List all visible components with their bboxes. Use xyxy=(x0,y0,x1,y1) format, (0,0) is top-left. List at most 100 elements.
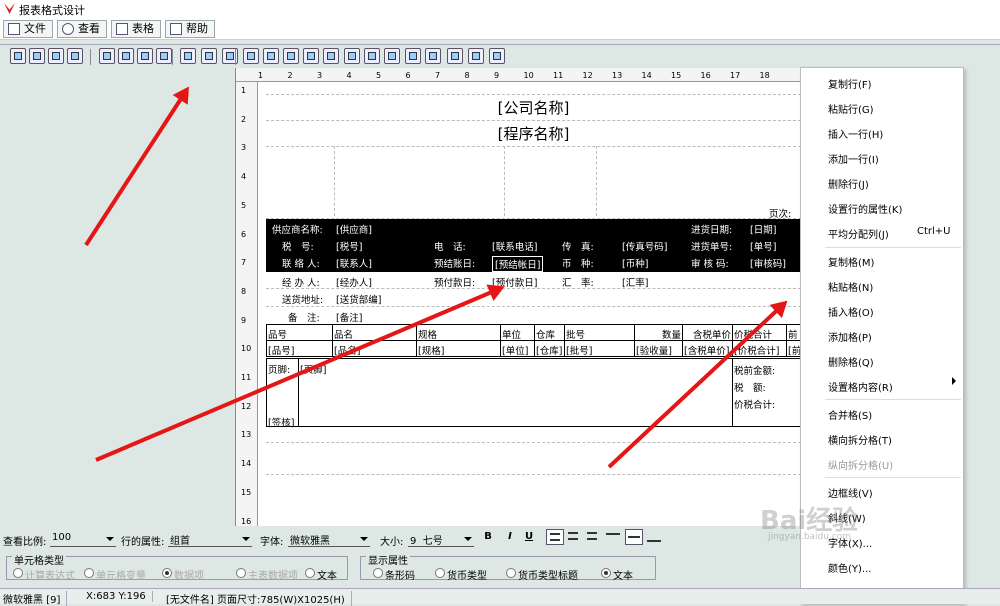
row-prop-select[interactable]: 组首 xyxy=(168,532,252,547)
table-header[interactable]: 规格 xyxy=(418,327,499,341)
footer-label[interactable]: 页脚: xyxy=(268,362,290,376)
valign-top-button[interactable] xyxy=(606,533,620,535)
table-cell[interactable]: [批号] xyxy=(566,343,633,357)
order-label[interactable]: 进货单号: xyxy=(691,239,732,253)
font-select[interactable]: 微软雅黑 xyxy=(288,532,370,547)
menu-view[interactable]: 查看 xyxy=(57,20,107,38)
print-icon[interactable] xyxy=(67,48,83,64)
auditor-label[interactable]: 审 核 码: xyxy=(691,256,729,270)
paydate-label[interactable]: 预付款日: xyxy=(434,275,475,289)
handler-field[interactable]: [经办人] xyxy=(336,275,372,289)
display-type-radio[interactable]: 货币类型 xyxy=(435,567,487,582)
table-header[interactable]: 仓库 xyxy=(536,327,563,341)
context-menu-item[interactable]: 删除格(Q) xyxy=(828,354,874,369)
date-label[interactable]: 进货日期: xyxy=(691,222,732,236)
table-cell[interactable]: [仓库] xyxy=(536,343,563,357)
rate-label[interactable]: 汇 率: xyxy=(562,275,594,289)
table-cell[interactable]: [含税单价] xyxy=(684,343,731,357)
barcode-icon[interactable] xyxy=(384,48,400,64)
export-icon[interactable] xyxy=(425,48,441,64)
display-type-radio[interactable]: 货币类型标题 xyxy=(506,567,578,582)
insert-cell-icon[interactable] xyxy=(243,48,259,64)
table-cell[interactable]: [规格] xyxy=(418,343,499,357)
align-right-button[interactable] xyxy=(585,530,599,544)
report-canvas[interactable]: 1 2 3 4 5 6 7 8 9 10 11 12 13 14 15 16 17 18 1 2 3 4 5 6 7 8 9 10 1… xyxy=(235,68,800,526)
context-menu-item[interactable]: 插入格(O) xyxy=(828,304,874,319)
display-type-radio[interactable]: 文本 xyxy=(601,567,633,582)
bold-button[interactable]: B xyxy=(481,530,495,544)
sign-field[interactable]: [签核] xyxy=(268,415,294,429)
table-cell[interactable]: [单位] xyxy=(502,343,533,357)
pretax-label[interactable]: 税前金额: xyxy=(734,363,775,377)
row-props-icon[interactable] xyxy=(156,48,172,64)
context-menu-item[interactable]: 合并格(S) xyxy=(828,407,872,422)
underline-button[interactable]: U xyxy=(522,530,536,544)
preview-icon[interactable] xyxy=(48,48,64,64)
merge-icon[interactable] xyxy=(201,48,217,64)
table-header[interactable]: 数量 xyxy=(636,327,681,341)
table-header[interactable]: 品号 xyxy=(268,327,331,341)
menu-table[interactable]: 表格 xyxy=(111,20,161,38)
handler-label[interactable]: 经 办 人: xyxy=(282,275,320,289)
context-menu-item[interactable]: 添加一行(I) xyxy=(828,151,879,166)
context-menu-item[interactable]: 横向拆分格(T) xyxy=(828,432,892,447)
order-field[interactable]: [单号] xyxy=(750,239,776,253)
contact-field[interactable]: [联系人] xyxy=(336,256,372,270)
tax-field[interactable]: [税号] xyxy=(336,239,362,253)
size-select[interactable]: 9 七号 xyxy=(408,532,474,547)
filter-icon[interactable] xyxy=(468,48,484,64)
total-label[interactable]: 价税合计: xyxy=(734,397,775,411)
ship-field[interactable]: [送货部编] xyxy=(336,292,381,306)
context-menu-item[interactable]: 复制行(F) xyxy=(828,76,872,91)
italic-button[interactable]: I xyxy=(503,530,517,544)
contact-label[interactable]: 联 络 人: xyxy=(282,256,320,270)
valign-bottom-button[interactable] xyxy=(647,540,661,542)
table-header[interactable]: 前 xyxy=(788,327,800,341)
sum-icon[interactable] xyxy=(447,48,463,64)
table-header[interactable]: 含税单价 xyxy=(684,327,731,341)
supplier-field[interactable]: [供应商] xyxy=(336,222,372,236)
context-menu-item[interactable]: 边框线(V) xyxy=(828,485,873,500)
currency-label[interactable]: 币 种: xyxy=(562,256,594,270)
table-header[interactable]: 批号 xyxy=(566,327,633,341)
prepay-label[interactable]: 预结账日: xyxy=(434,256,475,270)
tax-label[interactable]: 税 号: xyxy=(282,239,314,253)
cell-type-radio[interactable]: 文本 xyxy=(305,567,337,582)
table-cell[interactable]: [品号] xyxy=(268,343,331,357)
align-center-button[interactable] xyxy=(566,530,580,544)
image-icon[interactable] xyxy=(364,48,380,64)
context-menu-item[interactable]: 粘贴行(G) xyxy=(828,101,874,116)
context-menu-item[interactable]: 删除行(J) xyxy=(828,176,869,191)
zoom-select[interactable]: 100 xyxy=(50,532,116,547)
phone-field[interactable]: [联系电话] xyxy=(492,239,537,253)
align-left-button[interactable] xyxy=(546,529,564,545)
split-col-icon[interactable] xyxy=(180,48,196,64)
taxamt-label[interactable]: 税 额: xyxy=(734,380,766,394)
fax-field[interactable]: [传真号码] xyxy=(622,239,667,253)
date-field[interactable]: [日期] xyxy=(750,222,776,236)
context-menu-item[interactable]: 颜色(Y)... xyxy=(828,560,871,575)
chart-icon[interactable] xyxy=(405,48,421,64)
auditor-field[interactable]: [审核码] xyxy=(750,256,786,270)
menu-help[interactable]: 帮助 xyxy=(165,20,215,38)
phone-label[interactable]: 电 话: xyxy=(434,239,466,253)
memo-label[interactable]: 备 注: xyxy=(288,310,320,324)
context-menu-item[interactable]: 添加格(P) xyxy=(828,329,872,344)
supplier-label[interactable]: 供应商名称: xyxy=(272,222,323,236)
cell-props-icon[interactable] xyxy=(303,48,319,64)
context-menu-item[interactable]: 设置行的属性(K) xyxy=(828,201,902,216)
context-menu-item[interactable]: 平均分配列(J) xyxy=(828,226,889,241)
program-name[interactable]: [程序名称] xyxy=(266,123,800,144)
context-menu-item[interactable]: 复制格(M) xyxy=(828,254,874,269)
append-cell-icon[interactable] xyxy=(263,48,279,64)
valign-middle-button[interactable] xyxy=(625,529,643,545)
rate-field[interactable]: [汇率] xyxy=(622,275,648,289)
table-header[interactable]: 单位 xyxy=(502,327,533,341)
display-type-radio[interactable]: 条形码 xyxy=(373,567,415,582)
company-name[interactable]: [公司名称] xyxy=(266,97,800,118)
delete-cell-icon[interactable] xyxy=(283,48,299,64)
save-icon[interactable] xyxy=(10,48,26,64)
currency-field[interactable]: [币种] xyxy=(622,256,648,270)
table-cell[interactable]: [验收量] xyxy=(636,343,681,357)
text-icon[interactable] xyxy=(323,48,339,64)
